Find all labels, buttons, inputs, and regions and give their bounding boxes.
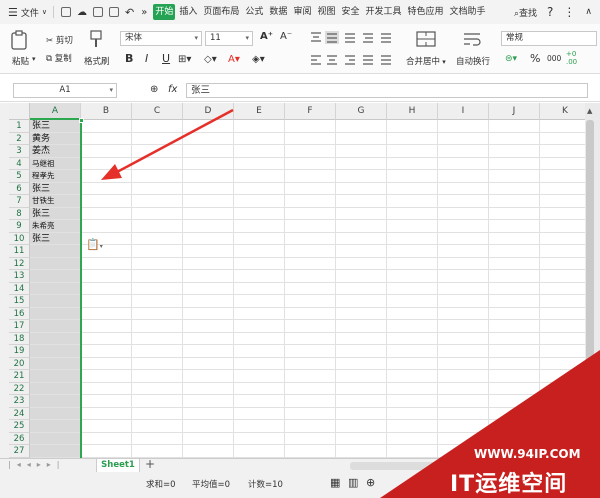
watermark-banner (380, 350, 600, 498)
spreadsheet-window: ☰ 文件 ∨ ☁ ↶ » 开始 插入 页面布局 公式 数据 审阅 视图 安全 开… (0, 0, 600, 498)
watermark-text: IT运维空间 (450, 472, 568, 497)
watermark-url: WWW.94IP.COM (474, 447, 581, 461)
